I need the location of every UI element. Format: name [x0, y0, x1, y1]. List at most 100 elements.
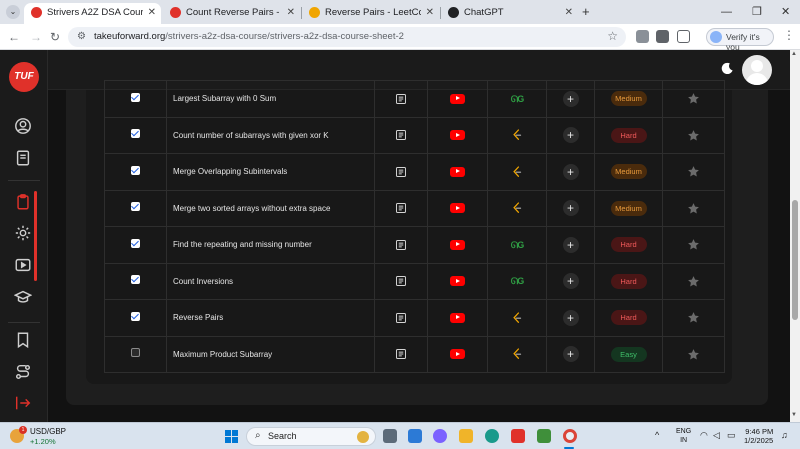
article-link[interactable]	[374, 299, 428, 337]
address-bar[interactable]: ⚙ takeuforward.org/strivers-a2z-dsa-cour…	[68, 27, 626, 47]
notification-bell-icon[interactable]: ♫	[781, 430, 788, 440]
practice-link[interactable]: ᘏG	[487, 262, 547, 300]
file-explorer-icon[interactable]	[459, 429, 473, 443]
scrollbar-thumb[interactable]	[792, 200, 798, 320]
practice-link[interactable]	[487, 153, 547, 191]
bookmark-star-icon[interactable]: ☆	[607, 29, 618, 43]
site-info-icon[interactable]: ⚙	[77, 31, 89, 43]
revision-star-icon[interactable]	[687, 312, 700, 324]
gear-icon[interactable]	[14, 224, 32, 242]
tab-strivers-sheet[interactable]: Strivers A2Z DSA Course/Sheet ✕	[24, 3, 161, 24]
restore-icon[interactable]: ❐	[752, 3, 762, 21]
practice-link[interactable]: ᘏG	[487, 226, 547, 264]
edge-browser-icon[interactable]	[485, 429, 499, 443]
revision-star-icon[interactable]	[687, 166, 700, 178]
scroll-down-arrow-icon[interactable]: ▼	[791, 412, 797, 418]
youtube-link[interactable]	[427, 116, 488, 154]
practice-link[interactable]	[487, 299, 547, 337]
dark-mode-moon-icon[interactable]	[720, 62, 734, 76]
minimize-icon[interactable]: —	[721, 3, 732, 21]
article-link[interactable]	[374, 226, 428, 264]
video-play-icon[interactable]	[14, 256, 32, 274]
add-note-plus-icon[interactable]: +	[562, 236, 579, 253]
close-tab-icon[interactable]: ✕	[426, 3, 434, 22]
tray-chevron-up-icon[interactable]: ^	[655, 430, 659, 440]
revision-star-icon[interactable]	[687, 129, 700, 141]
more-menu-icon[interactable]: ⋮	[783, 28, 795, 42]
revision-star-icon[interactable]	[687, 275, 700, 287]
store-app-icon[interactable]	[537, 429, 551, 443]
page-scrollbar[interactable]: ▲ ▼	[790, 50, 800, 422]
practice-link[interactable]: ᘏG	[487, 80, 547, 118]
wifi-icon[interactable]: ◠	[700, 430, 708, 441]
youtube-link[interactable]	[427, 153, 488, 191]
volume-icon[interactable]: ◁	[713, 430, 720, 441]
status-checkbox[interactable]	[131, 165, 140, 175]
logout-icon[interactable]	[14, 394, 32, 412]
scroll-up-arrow-icon[interactable]: ▲	[791, 51, 797, 57]
revision-star-icon[interactable]	[687, 93, 700, 105]
youtube-link[interactable]	[427, 262, 488, 300]
system-clock[interactable]: 9:46 PM 1/2/2025	[744, 427, 773, 445]
article-link[interactable]	[374, 153, 428, 191]
add-note-plus-icon[interactable]: +	[562, 346, 579, 363]
taskbar-search-box[interactable]: ⌕ Search	[246, 427, 376, 446]
tab-search-chevron-icon[interactable]: ⌄	[6, 5, 20, 19]
practice-link[interactable]	[487, 189, 547, 227]
window-close-icon[interactable]: ✕	[781, 3, 790, 21]
status-checkbox[interactable]	[131, 129, 140, 139]
practice-link[interactable]	[487, 116, 547, 154]
route-icon[interactable]	[14, 363, 32, 381]
article-link[interactable]	[374, 116, 428, 154]
add-note-plus-icon[interactable]: +	[562, 200, 579, 217]
profile-circle-icon[interactable]	[14, 117, 32, 135]
vscode-icon[interactable]	[408, 429, 422, 443]
add-note-plus-icon[interactable]: +	[562, 127, 579, 144]
battery-icon[interactable]: ▭	[727, 430, 736, 441]
clipboard-icon[interactable]	[14, 193, 32, 211]
chrome-icon[interactable]	[563, 429, 577, 443]
practice-link[interactable]	[487, 335, 547, 373]
tab-count-reverse-pairs[interactable]: Count Reverse Pairs - Tutorial ✕	[163, 3, 300, 24]
input-language[interactable]: ENG IN	[676, 427, 691, 445]
add-note-plus-icon[interactable]: +	[562, 163, 579, 180]
verify-profile-button[interactable]: Verify it's you	[706, 28, 774, 52]
status-checkbox[interactable]	[131, 92, 140, 102]
tab-leetcode[interactable]: Reverse Pairs - LeetCode ✕	[302, 3, 439, 24]
revision-star-icon[interactable]	[687, 202, 700, 214]
extensions-puzzle-icon[interactable]	[677, 30, 690, 43]
tab-chatgpt[interactable]: ChatGPT ✕	[441, 3, 578, 24]
add-note-plus-icon[interactable]: +	[562, 273, 579, 290]
task-view-icon[interactable]	[383, 429, 397, 443]
youtube-link[interactable]	[427, 299, 488, 337]
youtube-link[interactable]	[427, 189, 488, 227]
article-link[interactable]	[374, 335, 428, 373]
anydesk-icon[interactable]	[511, 429, 525, 443]
youtube-link[interactable]	[427, 80, 488, 118]
back-arrow-icon[interactable]: ←	[8, 29, 20, 45]
user-avatar[interactable]	[742, 55, 772, 85]
article-link[interactable]	[374, 262, 428, 300]
reload-icon[interactable]: ↻	[50, 29, 60, 45]
forward-arrow-icon[interactable]: →	[30, 29, 42, 45]
tuf-logo[interactable]: TUF	[9, 62, 39, 92]
revision-star-icon[interactable]	[687, 239, 700, 251]
book-icon[interactable]	[14, 149, 32, 167]
youtube-link[interactable]	[427, 226, 488, 264]
extension-icon[interactable]	[656, 30, 669, 43]
status-checkbox[interactable]	[131, 311, 140, 321]
windows-start-icon[interactable]	[225, 430, 238, 443]
copilot-icon[interactable]	[433, 429, 447, 443]
youtube-link[interactable]	[427, 335, 488, 373]
close-tab-icon[interactable]: ✕	[287, 3, 295, 22]
status-checkbox[interactable]	[131, 275, 140, 285]
article-link[interactable]	[374, 189, 428, 227]
close-tab-icon[interactable]: ✕	[565, 3, 573, 22]
revision-star-icon[interactable]	[687, 348, 700, 360]
add-note-plus-icon[interactable]: +	[562, 309, 579, 326]
article-link[interactable]	[374, 80, 428, 118]
bookmark-icon[interactable]	[14, 331, 32, 349]
graduation-cap-icon[interactable]	[13, 288, 33, 306]
close-tab-icon[interactable]: ✕	[148, 3, 156, 22]
add-note-plus-icon[interactable]: +	[562, 90, 579, 107]
